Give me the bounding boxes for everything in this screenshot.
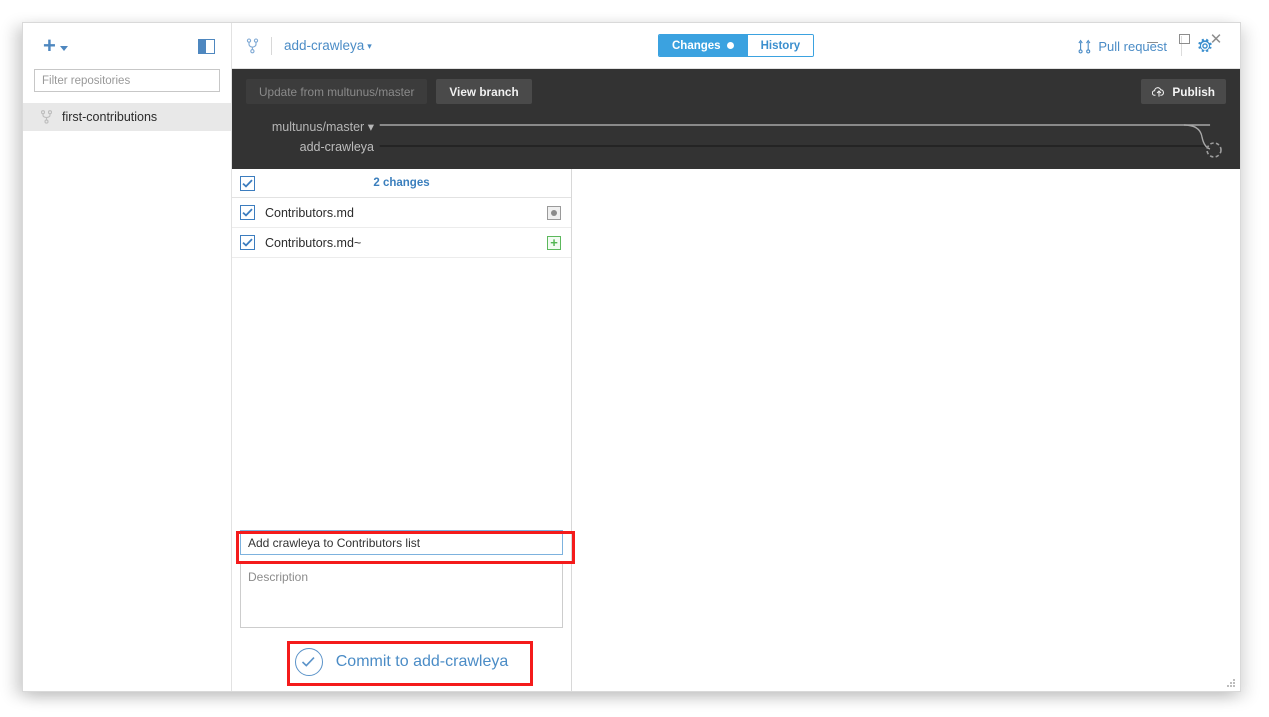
- content-area: 2 changes Contributors.md: [232, 169, 1240, 691]
- branch-toolbar: Update from multunus/master View branch …: [232, 69, 1240, 169]
- screenshot-root: ✕ +: [0, 0, 1269, 717]
- branch-divider: [271, 37, 272, 55]
- diff-pane: [573, 169, 1240, 691]
- window-controls: ✕: [1136, 27, 1232, 51]
- add-repository-button[interactable]: +: [43, 35, 68, 57]
- view-branch-button[interactable]: View branch: [436, 79, 531, 104]
- modified-dot: [551, 210, 557, 216]
- checkmark-icon: [301, 656, 316, 668]
- checkmark-icon: [242, 208, 253, 217]
- close-icon: ✕: [1210, 32, 1223, 47]
- plus-icon: +: [43, 35, 56, 57]
- repository-name: first-contributions: [62, 110, 157, 124]
- branch-icon: [246, 38, 259, 54]
- branch-actions: Update from multunus/master View branch: [246, 79, 532, 104]
- current-branch-label: add-crawleya: [284, 38, 364, 53]
- commit-summary-input[interactable]: [240, 530, 563, 555]
- close-button[interactable]: ✕: [1200, 27, 1232, 51]
- changes-badge-dot: [727, 42, 734, 49]
- added-plus: +: [550, 236, 558, 249]
- added-icon: +: [547, 236, 561, 250]
- main-pane: add-crawleya▾ Changes History: [232, 23, 1240, 691]
- branch-selector[interactable]: add-crawleya▾: [232, 37, 372, 55]
- tab-changes[interactable]: Changes: [659, 35, 748, 56]
- commit-description-input[interactable]: [240, 563, 563, 628]
- branch-graph-lines: [232, 113, 1240, 169]
- table-row[interactable]: Contributors.md: [232, 198, 571, 228]
- update-from-master-button[interactable]: Update from multunus/master: [246, 79, 427, 104]
- branch-graph: multunus/master ▾ add-crawleya: [232, 113, 1240, 169]
- minimize-icon: [1147, 42, 1158, 43]
- branch-chevron-down-icon: ▾: [367, 41, 372, 52]
- select-all-checkbox[interactable]: [240, 176, 255, 191]
- changes-list-empty-space: [232, 258, 571, 530]
- file-checkbox[interactable]: [240, 235, 255, 250]
- publish-button[interactable]: Publish: [1141, 79, 1226, 104]
- chevron-down-icon: [60, 46, 68, 51]
- filter-wrapper: [23, 69, 231, 92]
- pull-request-icon: [1078, 39, 1091, 54]
- repository-branch-icon: [41, 110, 52, 124]
- checkmark-icon: [242, 238, 253, 247]
- maximize-icon: [1179, 34, 1190, 44]
- checkmark-icon: [242, 179, 253, 188]
- commit-button[interactable]: Commit to add-crawleya: [240, 643, 563, 681]
- changes-count-label: 2 changes: [232, 177, 571, 189]
- publish-cloud-icon: [1152, 86, 1166, 98]
- sidebar-item-first-contributions[interactable]: first-contributions: [23, 103, 231, 131]
- top-bar: add-crawleya▾ Changes History: [232, 23, 1240, 69]
- branch-graph-head-node: [1166, 113, 1226, 169]
- file-name: Contributors.md~: [265, 236, 537, 250]
- repository-sidebar: +: [23, 23, 232, 691]
- tab-history[interactable]: History: [748, 35, 814, 56]
- github-desktop-window: ✕ +: [22, 22, 1241, 692]
- filter-repositories-input[interactable]: [34, 69, 220, 92]
- resize-grip-icon[interactable]: [1224, 676, 1236, 688]
- table-row[interactable]: Contributors.md~ +: [232, 228, 571, 258]
- check-circle-icon: [295, 648, 323, 676]
- view-tabs: Changes History: [658, 34, 814, 57]
- commit-button-label: Commit to add-crawleya: [336, 653, 509, 671]
- commit-form: Commit to add-crawleya: [232, 530, 571, 691]
- repository-list: first-contributions: [23, 103, 231, 131]
- tab-history-label: History: [761, 40, 801, 52]
- changes-panel: 2 changes Contributors.md: [232, 169, 572, 691]
- panel-toggle-icon[interactable]: [198, 39, 215, 54]
- file-checkbox[interactable]: [240, 205, 255, 220]
- current-branch-name: add-crawleya▾: [284, 38, 372, 53]
- sidebar-toolbar: +: [23, 23, 231, 69]
- changes-header: 2 changes: [232, 169, 571, 198]
- maximize-button[interactable]: [1168, 27, 1200, 51]
- tab-changes-label: Changes: [672, 40, 721, 52]
- minimize-button[interactable]: [1136, 27, 1168, 51]
- modified-icon: [547, 206, 561, 220]
- file-name: Contributors.md: [265, 206, 537, 220]
- publish-label: Publish: [1172, 85, 1215, 99]
